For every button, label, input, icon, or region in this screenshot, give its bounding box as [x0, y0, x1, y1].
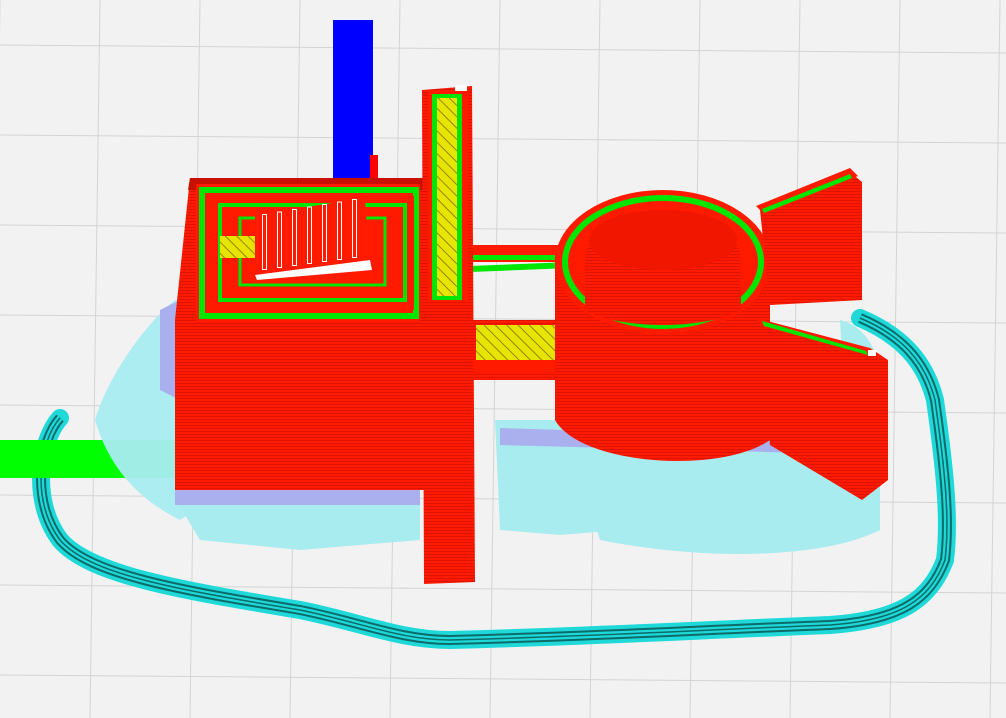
- stair-fin-core: [278, 212, 281, 267]
- grid-line-v: [89, 0, 101, 718]
- model-pillar[interactable]: [422, 85, 475, 584]
- stair-fin-core: [263, 215, 266, 269]
- y-axis-indicator: [370, 155, 378, 180]
- z-axis-indicator: [333, 20, 373, 180]
- grid-line-h: [0, 44, 1006, 54]
- grid-line-h: [0, 134, 1006, 144]
- stair-fin-core: [293, 210, 296, 265]
- model-ring[interactable]: [555, 190, 771, 462]
- stair-fin-core: [338, 202, 341, 259]
- scene-canvas[interactable]: [0, 0, 1006, 718]
- grid-line-h: [0, 674, 1006, 684]
- stair-fin-core: [353, 200, 356, 257]
- layer-viewport[interactable]: [0, 0, 1006, 718]
- stair-fin-core: [308, 207, 311, 263]
- model-left-block[interactable]: [175, 178, 430, 490]
- grid-line-v: [989, 0, 1001, 718]
- stair-fin-core: [323, 205, 326, 261]
